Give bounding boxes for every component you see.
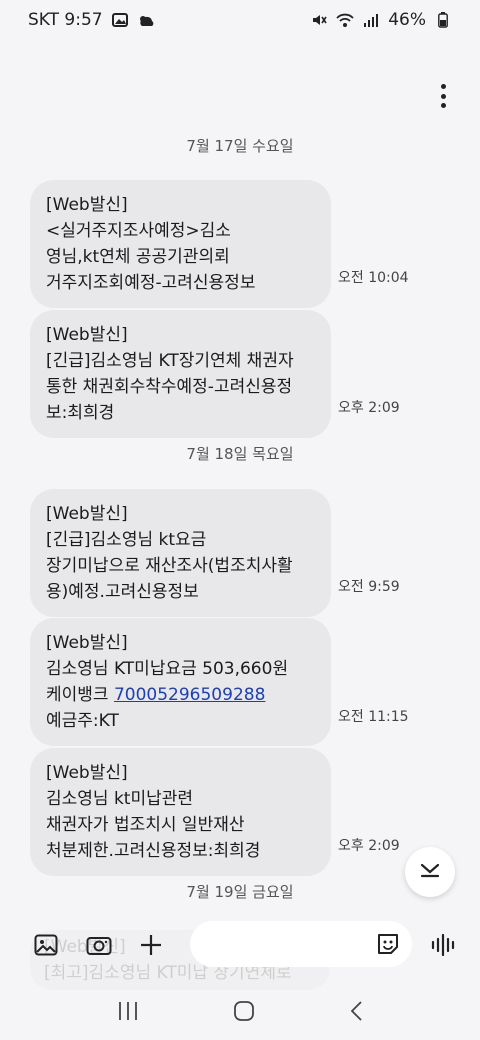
message-bubble[interactable]: [Web발신] 김소영님 kt미납관련 채권자가 법조치시 일반재산 처분제한.…	[30, 748, 331, 876]
chevron-down-icon	[419, 862, 441, 882]
bank-name: 케이뱅크	[46, 685, 114, 705]
recent-apps-button[interactable]	[117, 1001, 139, 1025]
message-line: 김소영님 kt미납관련	[46, 789, 194, 809]
message-bubble[interactable]: [Web발신] <실거주지조사예정>김소 영님,kt연체 공공기관의뢰 거주지조…	[30, 180, 331, 308]
message-line: 장기미납으로 재산조사(법조치사활	[46, 556, 293, 576]
message-time: 오전 9:59	[338, 579, 400, 595]
message-time: 오후 2:09	[338, 400, 400, 416]
date-separator: 7월 18일 목요일	[186, 445, 294, 463]
message-bubble[interactable]: [Web발신] [긴급]김소영님 KT장기연체 채권자 통한 채권회수착수예정-…	[30, 310, 331, 438]
image-icon[interactable]	[32, 931, 60, 959]
message-line: 처분제한.고려신용정보:최희경	[46, 841, 261, 861]
signal-icon	[362, 12, 380, 28]
more-vert-icon[interactable]	[436, 84, 450, 108]
message-line: 채권자가 법조치시 일반재산	[46, 815, 245, 835]
message-line: [Web발신]	[46, 633, 128, 653]
carrier-time: SKT 9:57	[28, 10, 103, 30]
message-line: [긴급]김소영님 KT장기연체 채권자	[46, 351, 294, 371]
message-line: [Web발신]	[46, 325, 128, 345]
camera-icon[interactable]	[85, 931, 113, 959]
gallery-icon	[111, 12, 129, 28]
message-time: 오전 11:15	[338, 709, 409, 725]
message-line: 보:최희경	[46, 403, 115, 423]
battery-icon	[434, 12, 452, 28]
message-line: 김소영님 KT미납요금 503,660원	[46, 659, 289, 679]
message-line: [Web발신]	[46, 763, 128, 783]
sticker-icon[interactable]	[375, 931, 401, 957]
mute-icon	[310, 12, 328, 28]
message-line: [긴급]김소영님 kt요금	[46, 530, 207, 550]
plus-icon[interactable]	[137, 931, 165, 959]
status-bar: SKT 9:57 46%	[0, 0, 480, 40]
message-line: [Web발신]	[46, 195, 128, 215]
weather-icon	[137, 12, 155, 28]
message-line: 영님,kt연체 공공기관의뢰	[46, 247, 230, 267]
message-line: 예금주:KT	[46, 711, 119, 731]
message-line: 거주지조회예정-고려신용정보	[46, 273, 256, 293]
message-time: 오전 10:04	[338, 270, 409, 286]
battery-percent: 46%	[388, 10, 426, 30]
date-separator: 7월 17일 수요일	[186, 137, 294, 155]
message-time: 오후 2:09	[338, 838, 400, 854]
wifi-icon	[336, 12, 354, 28]
voice-icon[interactable]	[430, 931, 458, 959]
message-line: [Web발신]	[46, 504, 128, 524]
message-line: <실거주지조사예정>김소	[46, 221, 231, 241]
message-line: 용)예정.고려신용정보	[46, 582, 199, 602]
account-number-link[interactable]: 70005296509288	[114, 685, 265, 705]
message-bubble[interactable]: [Web발신] 김소영님 KT미납요금 503,660원 케이뱅크 700052…	[30, 618, 331, 746]
message-bubble[interactable]: [Web발신] [긴급]김소영님 kt요금 장기미납으로 재산조사(법조치사활 …	[30, 489, 331, 617]
message-line: 케이뱅크 70005296509288	[46, 682, 317, 708]
back-button[interactable]	[349, 1000, 363, 1026]
message-line: 통한 채권회수착수예정-고려신용정	[46, 377, 293, 397]
scroll-down-button[interactable]	[405, 847, 455, 897]
navigation-bar	[0, 985, 480, 1040]
home-button[interactable]	[233, 1000, 255, 1026]
